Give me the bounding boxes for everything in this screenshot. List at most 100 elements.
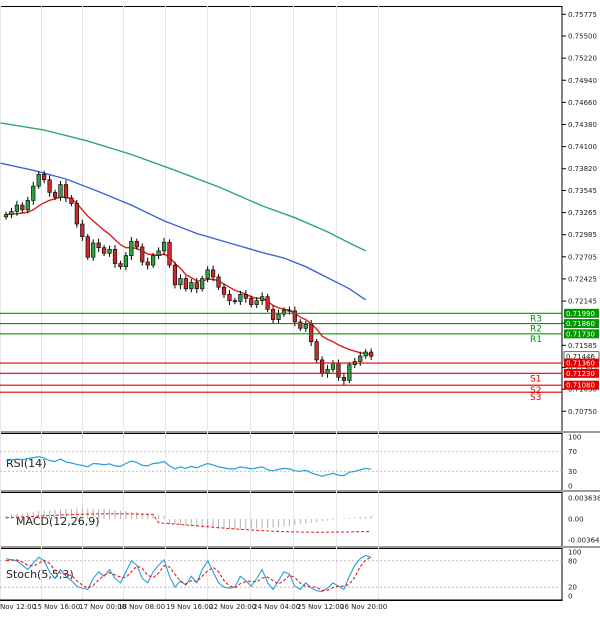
price-plot <box>0 122 374 385</box>
candle-down <box>232 300 238 302</box>
price-tick-label: 0.73820 <box>568 165 597 173</box>
candle-down <box>145 261 150 266</box>
candle-down <box>249 297 254 305</box>
candle-up <box>254 300 259 305</box>
macd-tick-label: -0.003646 <box>568 537 600 545</box>
pivot-price-tag-text: 0.71080 <box>566 382 595 390</box>
time-tick-label: Nov 12:00 <box>0 603 36 611</box>
candle-up <box>58 184 63 198</box>
pivot-name: R2 <box>530 325 542 335</box>
candle-down <box>74 203 79 225</box>
candle-down <box>102 247 107 254</box>
time-tick-label: 24 Nov 04:00 <box>253 603 300 611</box>
rsi-tick-label: 30 <box>568 468 577 476</box>
candle-down <box>172 264 178 286</box>
pivot-name: S1 <box>530 374 541 384</box>
price-tick-label: 0.74380 <box>568 121 597 129</box>
price-tick-label: 0.72145 <box>568 298 597 306</box>
candle-down <box>134 241 139 248</box>
stoch-tick-label: 100 <box>568 549 581 557</box>
candle-up <box>161 241 167 252</box>
candle-up <box>123 255 128 267</box>
candle-up <box>151 255 156 266</box>
pivot-price-tag-text: 0.71360 <box>566 360 595 368</box>
candle-up <box>14 204 19 212</box>
candle-down <box>194 282 199 290</box>
price-tick-label: 0.75500 <box>568 33 597 41</box>
ma-blue-line <box>0 162 367 301</box>
candle-down <box>167 241 172 266</box>
candle-down <box>183 278 188 290</box>
candle-up <box>36 173 41 187</box>
candle-up <box>156 250 161 256</box>
pivot-name: S3 <box>530 393 541 403</box>
candle-down <box>20 204 25 211</box>
candle-up <box>31 185 36 201</box>
time-axis: Nov 12:0015 Nov 16:0017 Nov 00:0018 Nov … <box>0 599 562 611</box>
price-tick-label: 0.75220 <box>568 55 597 63</box>
candle-down <box>319 359 325 374</box>
pivot-price-tag-text: 0.71860 <box>566 320 595 328</box>
candle-up <box>3 214 9 218</box>
candle-up <box>9 211 14 215</box>
time-tick-label: 25 Nov 12:00 <box>297 603 344 611</box>
time-tick-label: 26 Nov 20:00 <box>340 603 387 611</box>
candle-down <box>211 269 216 278</box>
macd-tick-label: 0.00 <box>568 515 584 523</box>
time-tick-label: 19 Nov 16:00 <box>166 603 213 611</box>
candle-up <box>303 324 308 329</box>
price-tick-label: 0.72985 <box>568 231 597 239</box>
ma-red-line <box>5 196 372 356</box>
panel-separator <box>0 431 600 433</box>
pivot-name: R1 <box>530 335 542 345</box>
ma-green-line <box>0 122 367 252</box>
price-tick-label: 0.70750 <box>568 408 597 416</box>
pivot-name: R3 <box>530 314 542 324</box>
candle-up <box>25 200 30 211</box>
rsi-panel: RSI(14) 10070300 <box>0 434 581 491</box>
candle-down <box>243 294 248 299</box>
candle-down <box>369 351 374 357</box>
panel-separator <box>0 546 600 548</box>
pivot-price-tag-text: 0.71230 <box>566 370 595 378</box>
price-tick-label: 0.74100 <box>568 143 597 151</box>
candle-down <box>227 294 232 301</box>
candle-up <box>276 313 281 320</box>
candle-down <box>298 321 303 329</box>
candle-up <box>205 269 210 279</box>
rsi-line <box>5 455 372 477</box>
candle-down <box>118 263 123 267</box>
candle-up <box>129 241 134 256</box>
rsi-tick-label: 70 <box>568 448 577 456</box>
candle-up <box>330 362 336 370</box>
time-tick-label: 18 Nov 08:00 <box>118 603 165 611</box>
chart-window: 0.75775 0.75500 0.75220 0.74940 0.74660 0.743… <box>0 6 600 611</box>
price-tick-label: 0.72705 <box>568 253 597 261</box>
stoch-tick-label: 80 <box>568 557 577 565</box>
candle-down <box>96 242 101 249</box>
candle-up <box>200 278 205 290</box>
candle-down <box>42 173 47 181</box>
candle-down <box>314 341 319 361</box>
candle-down <box>47 179 52 193</box>
candle-down <box>140 246 145 263</box>
panel-frame <box>0 433 563 491</box>
panel-separator <box>0 490 600 492</box>
candle-down <box>63 184 69 199</box>
price-tick-label: 0.71585 <box>568 342 597 350</box>
candle-down <box>52 192 58 198</box>
price-tick-label: 0.73545 <box>568 187 597 195</box>
candle-down <box>216 276 221 288</box>
candle-down <box>69 197 74 204</box>
candle-up <box>363 351 368 357</box>
candle-down <box>336 362 341 378</box>
candle-down <box>292 310 297 323</box>
macd-tick-label: 0.003638 <box>568 495 600 503</box>
candle-up <box>107 249 112 254</box>
candle-down <box>270 309 276 320</box>
macd-panel: MACD(12,26,9) 0.0036380.00-0.003646 <box>5 495 600 545</box>
grid-lines <box>0 6 600 601</box>
candle-up <box>347 364 352 381</box>
candle-up <box>358 355 363 362</box>
price-tick-label: 0.75775 <box>568 11 597 19</box>
